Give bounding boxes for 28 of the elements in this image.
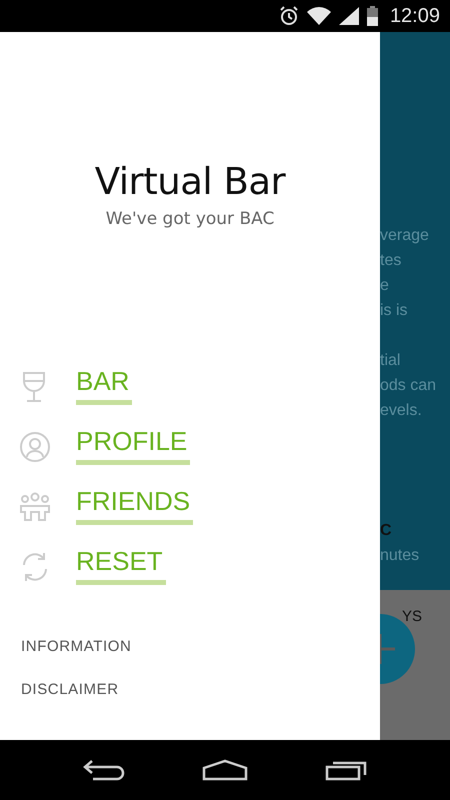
drawer-link[interactable]: DISCLAIMER: [21, 681, 119, 698]
background-text: ods can: [380, 376, 438, 396]
app-title: Virtual Bar: [94, 160, 286, 203]
background-text: tes: [380, 251, 402, 271]
menu-item[interactable]: FRIENDS: [76, 486, 194, 525]
recents-icon[interactable]: [324, 759, 367, 781]
home-icon[interactable]: [202, 759, 248, 781]
alarm-icon: [278, 6, 299, 26]
background-text: verage: [380, 226, 430, 246]
battery-icon: [366, 6, 378, 26]
menu-item[interactable]: PROFILE: [76, 426, 190, 465]
background-text: e: [380, 276, 390, 296]
background-text: evels.: [380, 401, 423, 421]
status-time: 12:09: [390, 4, 440, 28]
drawer-link[interactable]: INFORMATION: [21, 638, 132, 655]
wifi-icon: [306, 7, 331, 25]
background-text: is is: [380, 301, 409, 321]
back-icon[interactable]: [83, 759, 126, 781]
menu-item[interactable]: RESET: [76, 546, 166, 585]
app-tagline: We've got your BAC: [106, 209, 274, 229]
background-text: tial: [380, 351, 402, 371]
background-text: nutes: [380, 546, 420, 566]
background-label: YS: [402, 608, 422, 625]
signal-icon: [338, 7, 359, 25]
menu-item[interactable]: BAR: [76, 366, 132, 405]
group-icon: [19, 491, 51, 523]
background-heading: C: [380, 521, 393, 541]
profile-icon: [19, 431, 51, 463]
